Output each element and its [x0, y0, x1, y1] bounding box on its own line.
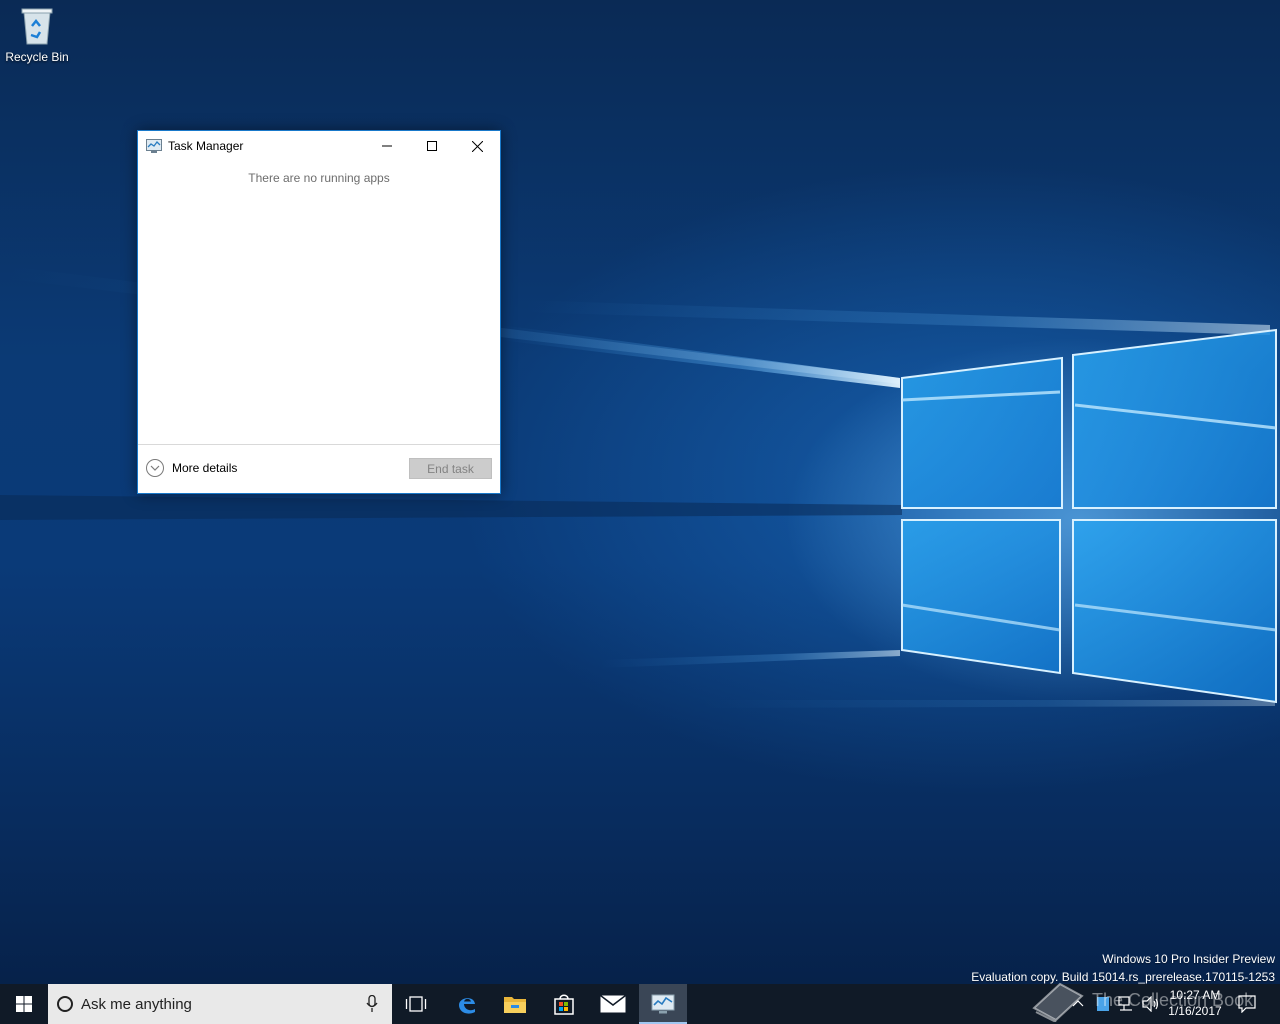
task-view-icon: [405, 996, 427, 1012]
cortana-search-box[interactable]: Ask me anything: [48, 984, 392, 1024]
task-manager-icon: [651, 994, 675, 1014]
minimize-icon: [382, 145, 392, 147]
mail-taskbar-button[interactable]: [589, 984, 637, 1024]
maximize-button[interactable]: [409, 131, 455, 161]
start-button[interactable]: [0, 984, 48, 1024]
watermark-line-1: Windows 10 Pro Insider Preview: [1102, 952, 1275, 966]
file-explorer-icon: [504, 997, 526, 1013]
recycle-bin-icon: [20, 6, 54, 46]
maximize-icon: [427, 141, 437, 151]
mail-icon: [600, 995, 626, 1013]
edge-icon: [459, 998, 475, 1014]
more-details-label: More details: [172, 461, 238, 475]
minimize-button[interactable]: [364, 131, 410, 161]
close-icon: [471, 140, 483, 152]
desktop: Recycle Bin Task Manager There are no ru…: [0, 0, 1280, 1024]
empty-apps-message: There are no running apps: [248, 171, 390, 185]
task-manager-app-icon: [146, 139, 162, 153]
search-placeholder: Ask me anything: [81, 995, 192, 1013]
file-explorer-taskbar-button[interactable]: [491, 984, 539, 1024]
chevron-down-icon: [146, 459, 164, 477]
task-manager-window[interactable]: Task Manager There are no running apps M…: [137, 130, 501, 494]
edge-taskbar-button[interactable]: [443, 984, 491, 1024]
task-manager-taskbar-button[interactable]: [639, 984, 687, 1024]
collection-book-watermark: The Collection Book: [1030, 978, 1253, 1022]
collection-book-text: The Collection Book: [1092, 989, 1254, 1010]
microphone-icon[interactable]: [366, 994, 378, 1018]
window-footer: More details End task: [138, 444, 500, 493]
book-icon: [1032, 982, 1084, 1022]
store-icon: [554, 994, 574, 1015]
recycle-bin-desktop-icon[interactable]: Recycle Bin: [4, 6, 70, 64]
cortana-icon: [57, 996, 73, 1012]
store-taskbar-button[interactable]: [540, 984, 588, 1024]
recycle-bin-label: Recycle Bin: [5, 50, 69, 64]
task-view-button[interactable]: [392, 984, 440, 1024]
title-bar[interactable]: Task Manager: [138, 131, 500, 161]
more-details-button[interactable]: More details: [146, 459, 237, 477]
windows-start-icon: [16, 996, 32, 1012]
window-title: Task Manager: [168, 139, 244, 153]
close-button[interactable]: [454, 131, 500, 161]
end-task-button[interactable]: End task: [409, 458, 492, 479]
